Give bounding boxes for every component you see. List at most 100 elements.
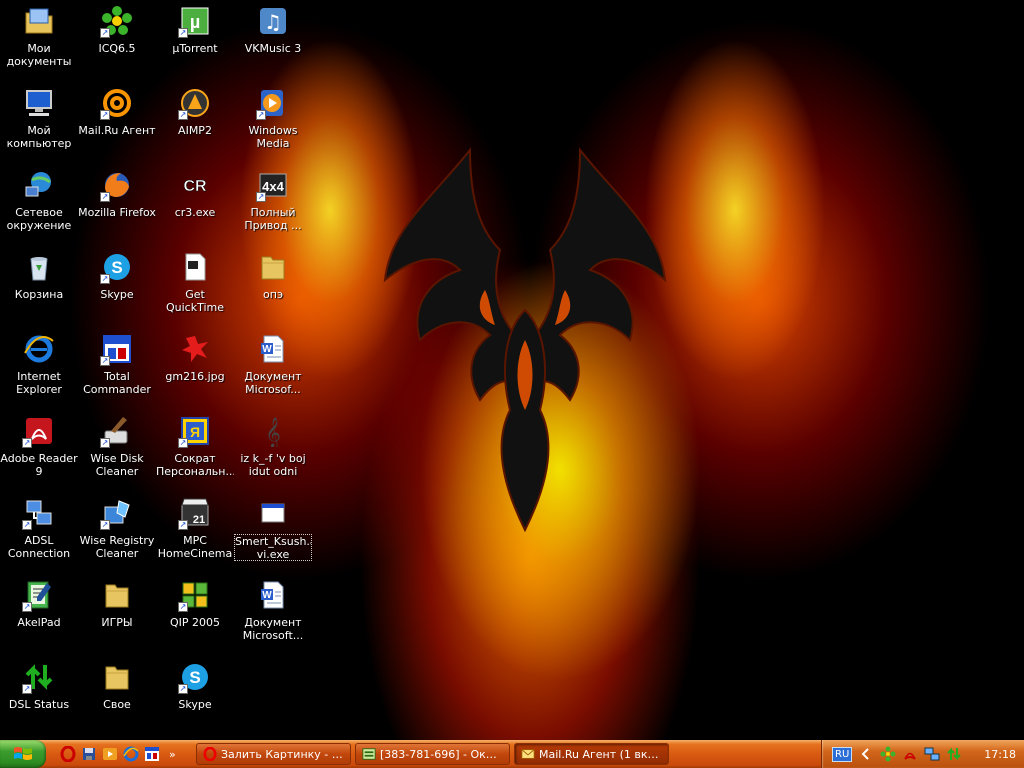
desktop-icon[interactable]: ↗ QIP 2005 xyxy=(156,578,234,656)
network-places-icon xyxy=(22,168,56,202)
desktop-icon-label: Документ Microsoft... xyxy=(242,616,304,642)
adobe-icon[interactable] xyxy=(902,746,918,762)
task-button-opera[interactable]: Залить Картинку - З... xyxy=(196,743,351,765)
svg-text:µ: µ xyxy=(190,12,200,32)
opera-icon xyxy=(203,747,217,761)
desktop-icon[interactable]: Smert_Ksush.a vi.exe xyxy=(234,496,312,574)
shortcut-arrow-icon: ↗ xyxy=(100,274,110,284)
desktop-icon-label: Get QuickTime Pro.mov xyxy=(165,288,225,315)
shortcut-arrow-icon: ↗ xyxy=(22,438,32,448)
shortcut-arrow-icon: ↗ xyxy=(100,192,110,202)
desktop-icon[interactable]: W Документ Microsoft... xyxy=(234,578,312,656)
desktop-icon[interactable]: 𝄞 iz k_-f 'v boj idut odni sta... xyxy=(234,414,312,492)
dsl-status-icon: ↗ xyxy=(22,660,56,694)
total-commander-icon: ↗ xyxy=(100,332,134,366)
desktop-icon[interactable]: ↗ ADSL Connection xyxy=(0,496,78,574)
desktop-icon[interactable]: ↗ Total Commander xyxy=(78,332,156,410)
akelpad-icon: ↗ xyxy=(22,578,56,612)
desktop-icon[interactable]: ♫ VKMusic 3 xyxy=(234,4,312,82)
music-note-icon: 𝄞 xyxy=(256,414,290,448)
desktop-icon[interactable]: Свое xyxy=(78,660,156,738)
desktop-icon[interactable]: ИГРЫ xyxy=(78,578,156,656)
shortcut-arrow-icon: ↗ xyxy=(100,28,110,38)
desktop-icon-label: Мой компьютер xyxy=(6,124,72,150)
desktop-icon-label: cr3.exe xyxy=(174,206,216,219)
desktop-icon[interactable]: Корзина xyxy=(0,250,78,328)
qip-window-icon xyxy=(362,748,376,760)
desktop-icon[interactable]: S ↗ Skype xyxy=(78,250,156,328)
desktop-icon[interactable]: ↗ Mozilla Firefox xyxy=(78,168,156,246)
taskbar: » Залить Картинку - З... [383-781-696] -… xyxy=(0,740,1024,768)
shortcut-arrow-icon: ↗ xyxy=(178,684,188,694)
desktop-icon-label: MPC HomeCinema xyxy=(157,534,233,560)
save-disk-icon[interactable] xyxy=(81,746,97,762)
desktop-icon[interactable]: gm216.jpg xyxy=(156,332,234,410)
svg-text:21: 21 xyxy=(193,514,205,526)
desktop-icon[interactable]: ↗ ICQ6.5 xyxy=(78,4,156,82)
desktop-icon[interactable]: ↗ Adobe Reader 9 xyxy=(0,414,78,492)
opera-icon[interactable] xyxy=(60,745,76,763)
desktop-icon[interactable]: ↗ AkelPad xyxy=(0,578,78,656)
task-button-label: Залить Картинку - З... xyxy=(221,747,344,761)
desktop-icon-label: Wise Disk Cleaner xyxy=(90,452,144,478)
desktop-icon[interactable]: ↗ Wise Registry Cleaner xyxy=(78,496,156,574)
quicktime-file-icon xyxy=(178,250,212,284)
language-indicator[interactable]: RU xyxy=(832,746,853,762)
task-button-qip[interactable]: [383-781-696] - Окно... xyxy=(355,743,510,765)
desktop-icon[interactable]: S ↗ Skype xyxy=(156,660,234,738)
word-document-icon: W xyxy=(256,578,290,612)
desktop-icon-label: ICQ6.5 xyxy=(98,42,136,55)
desktop-icon[interactable]: Я ↗ Сократ Персональн... xyxy=(156,414,234,492)
my-computer-icon xyxy=(22,86,56,120)
desktop-icon[interactable]: CR cr3.exe xyxy=(156,168,234,246)
desktop-icon[interactable]: ↗ Wise Disk Cleaner xyxy=(78,414,156,492)
start-button[interactable] xyxy=(0,740,46,768)
chevron-left-icon[interactable] xyxy=(858,746,874,762)
desktop-icon[interactable]: опэ xyxy=(234,250,312,328)
tc-icon[interactable] xyxy=(144,746,160,762)
shortcut-arrow-icon: ↗ xyxy=(178,438,188,448)
desktop-icon[interactable]: Мой компьютер xyxy=(0,86,78,164)
adsl-connection-icon: ↗ xyxy=(22,496,56,530)
desktop-icon-label: Корзина xyxy=(14,288,64,301)
clock[interactable]: 17:18 xyxy=(984,748,1016,761)
task-button-mailru-agent[interactable]: Mail.Ru Агент (1 вкла... xyxy=(514,743,669,765)
desktop-icon[interactable]: 21 ↗ MPC HomeCinema xyxy=(156,496,234,574)
quick-launch-more-button[interactable]: » xyxy=(169,748,176,761)
svg-text:W: W xyxy=(262,590,272,601)
shortcut-arrow-icon: ↗ xyxy=(100,520,110,530)
task-button-label: Mail.Ru Агент (1 вкла... xyxy=(539,747,662,761)
desktop-icon[interactable]: W Документ Microsof... xyxy=(234,332,312,410)
desktop-icon[interactable]: ↗ AIMP2 xyxy=(156,86,234,164)
desktop-icon[interactable]: Get QuickTime Pro.mov xyxy=(156,250,234,328)
wise-disk-cleaner-icon: ↗ xyxy=(100,414,134,448)
desktop-icon[interactable]: Мои документы xyxy=(0,4,78,82)
svg-text:Я: Я xyxy=(190,424,200,440)
network-arrows-icon[interactable] xyxy=(946,746,962,762)
desktop-icon[interactable]: Internet Explorer xyxy=(0,332,78,410)
media-player-icon[interactable] xyxy=(102,746,118,762)
desktop-icon-label: Мои документы xyxy=(6,42,72,68)
desktop-icon[interactable]: ↗ Windows Media Player xyxy=(234,86,312,164)
recycle-bin-icon xyxy=(22,250,56,284)
network-computers-icon[interactable] xyxy=(924,746,940,762)
desktop-icon-label: Internet Explorer xyxy=(16,370,62,396)
desktop[interactable]: Мои документы Мой компьютер Сетевое окруже… xyxy=(0,0,1024,740)
desktop-icon[interactable]: µ ↗ µTorrent xyxy=(156,4,234,82)
desktop-icon[interactable]: ↗ Mail.Ru Агент xyxy=(78,86,156,164)
icq-flower-icon[interactable] xyxy=(880,746,896,762)
sokrat-dictionary-icon: Я ↗ xyxy=(178,414,212,448)
shortcut-arrow-icon: ↗ xyxy=(100,110,110,120)
svg-text:♫: ♫ xyxy=(264,10,282,34)
desktop-icon[interactable]: Сетевое окружение xyxy=(0,168,78,246)
desktop-icon[interactable]: ↗ DSL Status xyxy=(0,660,78,738)
internet-explorer-icon[interactable] xyxy=(123,746,139,762)
desktop-icon-label: Mail.Ru Агент xyxy=(78,124,156,137)
desktop-icon-label: Wise Registry Cleaner xyxy=(79,534,155,560)
skype-icon: S ↗ xyxy=(178,660,212,694)
folder-icon xyxy=(256,250,290,284)
desktop-icon[interactable]: 4x4 ↗ Полный Привод ... xyxy=(234,168,312,246)
desktop-icon-label: AIMP2 xyxy=(178,124,212,137)
quick-launch-bar: » xyxy=(46,745,192,763)
task-button-label: [383-781-696] - Окно... xyxy=(380,747,503,761)
